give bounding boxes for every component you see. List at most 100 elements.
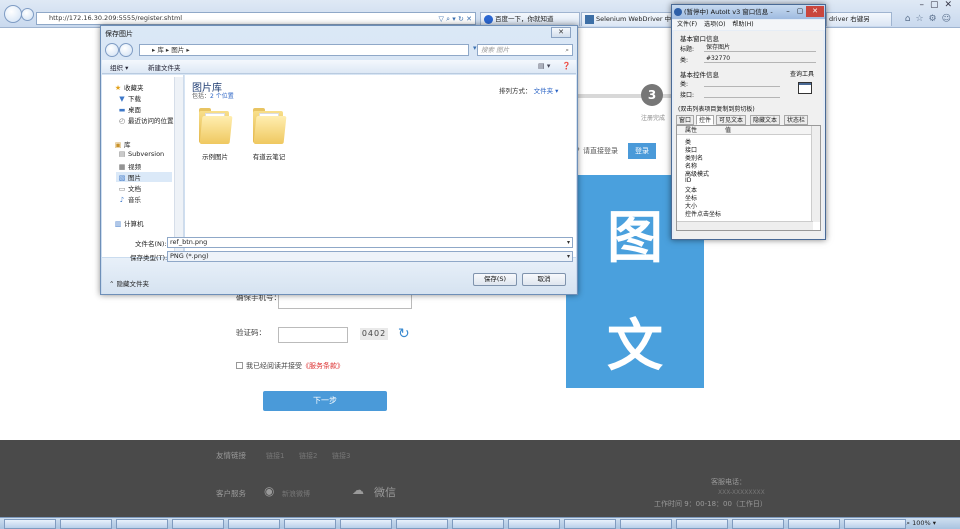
footer-link-2[interactable]: 链接2 (299, 451, 317, 461)
weibo-label[interactable]: 新浪微博 (282, 489, 310, 499)
tab-window[interactable]: 窗口 (676, 115, 695, 125)
nav-recent[interactable]: ◴ 最近访问的位置 (118, 115, 174, 125)
footer-link-3[interactable]: 链接3 (332, 451, 350, 461)
filetype-select[interactable]: PNG (*.png) ▾ (167, 251, 573, 262)
folder-sample-pictures[interactable]: 示例图片 (185, 151, 245, 161)
address-actions-icon[interactable]: ▽ ⌕ ▾ ↻ ✕ (439, 14, 472, 25)
taskbar-item[interactable] (452, 519, 504, 529)
weibo-icon[interactable]: ◉ (264, 484, 274, 498)
nav-subversion[interactable]: ▤ Subversion (118, 150, 165, 158)
hide-folders-toggle[interactable]: ⌃ 隐藏文件夹 (109, 278, 149, 288)
taskbar-item[interactable] (564, 519, 616, 529)
autoit-close-button[interactable]: ✕ (806, 6, 824, 17)
autoit-maximize-button[interactable]: ▢ (794, 6, 806, 17)
nav-downloads[interactable]: ▼ 下载 (118, 93, 141, 103)
hide-folders-label: 隐藏文件夹 (116, 280, 150, 288)
refresh-captcha-icon[interactable]: ↻ (398, 326, 410, 342)
taskbar-item[interactable] (844, 519, 906, 529)
chevron-down-icon[interactable]: ▾ (567, 238, 570, 247)
login-button[interactable]: 登录 (628, 143, 656, 159)
nav-videos[interactable]: ▦ 视频 (118, 161, 141, 171)
taskbar-item[interactable] (4, 519, 56, 529)
taskbar-item[interactable] (172, 519, 224, 529)
list-item[interactable]: ID (685, 177, 691, 184)
nav-libraries[interactable]: ▣ 库 (114, 139, 131, 149)
dialog-back-button[interactable] (105, 43, 119, 57)
organize-button[interactable]: 组织 ▾ (110, 62, 128, 72)
zoom-value: 100% (912, 519, 931, 527)
address-bar[interactable]: http://172.16.30.209:5555/register.shtml… (36, 12, 476, 25)
new-folder-button[interactable]: 新建文件夹 (148, 62, 181, 72)
finder-tool-icon[interactable] (798, 82, 812, 94)
vertical-scrollbar[interactable] (811, 126, 820, 222)
folder-youdao-notes[interactable]: 有道云笔记 (239, 151, 299, 161)
tab-statusbar[interactable]: 状态栏 (784, 115, 809, 125)
captcha-input[interactable] (278, 327, 348, 343)
dialog-breadcrumb[interactable]: ▸ 库 ▸ 图片 ▸ (139, 44, 469, 56)
properties-list[interactable]: 属性 值 类 接口 类别名 名称 高级模式 ID 文本 坐标 大小 控件点击坐标 (676, 125, 821, 231)
taskbar-item[interactable] (508, 519, 560, 529)
back-button[interactable] (4, 5, 22, 23)
nav-documents[interactable]: ▭ 文档 (118, 183, 141, 193)
zoom-level[interactable]: ⌕ 100% ▾ (906, 518, 936, 529)
dialog-close-button[interactable]: ✕ (551, 27, 571, 38)
wechat-icon[interactable]: ☁ (352, 483, 364, 497)
nav-desktop[interactable]: ▬ 桌面 (118, 104, 141, 114)
cancel-button[interactable]: 取消 (522, 273, 566, 286)
help-icon[interactable]: ❓ (562, 62, 571, 70)
taskbar-item[interactable] (732, 519, 784, 529)
crumb-library[interactable]: 库 (157, 46, 164, 54)
nav-desktop-label: 桌面 (128, 106, 141, 114)
header-property[interactable]: 属性 (685, 126, 697, 135)
tab-selenium-1[interactable]: Selenium WebDriver 中级知 (581, 12, 673, 26)
taskbar-item[interactable] (340, 519, 392, 529)
taskbar-item[interactable] (284, 519, 336, 529)
window-controls[interactable]: –▢✕ (919, 0, 958, 10)
taskbar-item[interactable] (620, 519, 672, 529)
tab-visible-text[interactable]: 可见文本 (716, 115, 747, 125)
wechat-label[interactable]: 微信 (374, 484, 396, 500)
dialog-search-input[interactable]: 搜索 图片 ⌕ (477, 44, 573, 56)
tab-selenium-2[interactable]: driver 右键另 (826, 12, 892, 26)
windows-taskbar: ⌕ 100% ▾ (0, 517, 960, 529)
taskbar-item[interactable] (676, 519, 728, 529)
taskbar-item[interactable] (116, 519, 168, 529)
nav-scrollbar[interactable] (174, 77, 183, 255)
folder-icon[interactable] (197, 107, 233, 145)
chevron-down-icon[interactable]: ▾ (567, 252, 570, 261)
crumb-pictures[interactable]: 图片 (171, 46, 184, 54)
browser-tools-icons[interactable]: ⌂☆⚙☺ (905, 14, 956, 24)
forward-button[interactable] (21, 8, 34, 21)
nav-computer[interactable]: ▥ 计算机 (114, 218, 144, 228)
taskbar-item[interactable] (396, 519, 448, 529)
nav-pictures[interactable]: ▧ 图片 (116, 172, 172, 182)
tab-baidu[interactable]: 百度一下，你就知道 (480, 12, 580, 26)
nav-music[interactable]: ♪ 音乐 (118, 194, 141, 204)
menu-options[interactable]: 选项(O) (704, 21, 725, 28)
terms-link[interactable]: 《服务条款》 (302, 362, 344, 370)
header-value[interactable]: 值 (725, 126, 731, 135)
footer-link-1[interactable]: 链接1 (266, 451, 284, 461)
taskbar-item[interactable] (60, 519, 112, 529)
next-step-button[interactable]: 下一步 (263, 391, 387, 411)
folder-icon[interactable] (251, 107, 287, 145)
agree-checkbox[interactable] (236, 362, 243, 369)
dialog-forward-button[interactable] (119, 43, 133, 57)
taskbar-item[interactable] (228, 519, 280, 529)
phone-confirm-input[interactable] (278, 295, 412, 309)
library-locations-link[interactable]: 2 个位置 (210, 93, 234, 100)
list-item[interactable]: 控件点击坐标 (685, 209, 721, 218)
menu-file[interactable]: 文件(F) (677, 21, 697, 28)
nav-favorites[interactable]: ★ 收藏夹 (114, 82, 144, 92)
tab-control[interactable]: 控件 (696, 115, 715, 125)
arrange-value[interactable]: 文件夹 ▾ (534, 87, 559, 95)
view-icon[interactable]: ▤ ▾ (538, 62, 550, 70)
filename-input[interactable]: ref_btn.png ▾ (167, 237, 573, 248)
taskbar-item[interactable] (788, 519, 840, 529)
horizontal-scrollbar[interactable] (677, 221, 813, 230)
arrange-by[interactable]: 排列方式： 文件夹 ▾ (499, 85, 558, 95)
tab-hidden-text[interactable]: 隐藏文本 (750, 115, 781, 125)
save-button[interactable]: 保存(S) (473, 273, 517, 286)
autoit-minimize-button[interactable]: – (782, 6, 794, 17)
menu-help[interactable]: 帮助(H) (732, 21, 753, 28)
